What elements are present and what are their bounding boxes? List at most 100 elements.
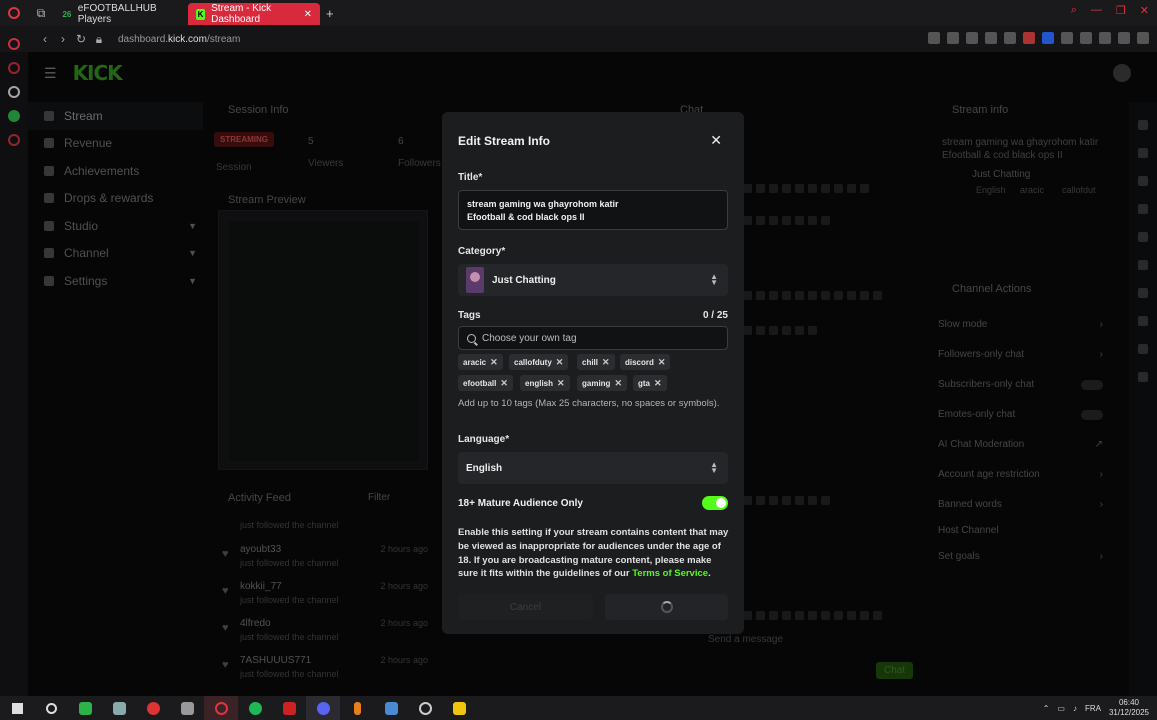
tag-chip: aracic ✕ <box>458 354 503 370</box>
remove-tag-icon[interactable]: ✕ <box>490 357 498 368</box>
tag-chip: discord ✕ <box>620 354 671 370</box>
extension-icon[interactable] <box>1080 32 1092 44</box>
opera-taskbar-icon[interactable] <box>204 696 238 720</box>
efootballhub-favicon-icon: 26 <box>62 9 72 19</box>
address-bar: ‹ › ↻ 🔒︎ dashboard.kick.com/stream <box>28 26 1157 52</box>
new-tab-button[interactable]: + <box>326 6 334 21</box>
tag-chip: callofduty ✕ <box>509 354 569 370</box>
app-icon[interactable] <box>170 696 204 720</box>
language-indicator[interactable]: FRA <box>1085 704 1101 713</box>
windows-taskbar: ⌃ ▭ ♪ FRA 06:40 31/12/2025 <box>0 696 1157 720</box>
extension-icon[interactable] <box>1099 32 1111 44</box>
steam-icon[interactable] <box>374 696 408 720</box>
volume-icon[interactable]: ♪ <box>1073 704 1077 713</box>
modal-title: Edit Stream Info <box>458 134 551 148</box>
opera-ai-icon[interactable] <box>8 38 20 50</box>
extension-icon[interactable] <box>1042 32 1054 44</box>
tab-label: eFOOTBALLHUB Players <box>77 3 157 25</box>
tab-kick-dashboard[interactable]: K Stream - Kick Dashboard ✕ <box>188 3 320 25</box>
tags-label: Tags <box>458 310 481 321</box>
remove-tag-icon[interactable]: ✕ <box>557 378 565 389</box>
extension-icon[interactable] <box>966 32 978 44</box>
lock-icon: 🔒︎ <box>95 31 103 46</box>
tag-input-placeholder: Choose your own tag <box>482 332 577 344</box>
remove-tag-icon[interactable]: ✕ <box>556 357 564 368</box>
category-value: Just Chatting <box>492 274 556 286</box>
tags-help-text: Add up to 10 tags (Max 25 characters, no… <box>458 398 720 409</box>
menu-icon[interactable] <box>1137 32 1149 44</box>
extension-icon[interactable] <box>1023 32 1035 44</box>
tag-chip: gaming ✕ <box>577 375 627 391</box>
remove-tag-icon[interactable]: ✕ <box>602 357 610 368</box>
network-icon[interactable]: ▭ <box>1057 704 1065 713</box>
language-value: English <box>466 462 503 474</box>
app-icon[interactable] <box>272 696 306 720</box>
browser-tab-bar: ⧉ 26 eFOOTBALLHUB Players K Stream - Kic… <box>0 0 1157 26</box>
close-window-button[interactable]: ✕ <box>1140 4 1149 17</box>
updown-chevron-icon: ▲ ▼ <box>710 272 718 287</box>
maximize-button[interactable]: ❐ <box>1116 4 1126 17</box>
search-icon[interactable]: ⌕ <box>1071 4 1077 17</box>
extension-icon[interactable] <box>928 32 940 44</box>
cancel-button[interactable]: Cancel <box>458 594 593 620</box>
minimize-button[interactable]: — <box>1091 4 1102 17</box>
title-label: Title* <box>458 172 483 183</box>
title-input[interactable]: stream gaming wa ghayrohom katir Efootba… <box>458 190 728 230</box>
close-tab-icon[interactable]: ✕ <box>304 9 312 20</box>
download-icon[interactable] <box>1118 32 1130 44</box>
loading-spinner-icon <box>660 601 673 613</box>
windows-start-icon[interactable] <box>0 696 34 720</box>
tab-manager-icon[interactable]: ⧉ <box>28 0 54 26</box>
category-select[interactable]: Just Chatting ▲ ▼ <box>458 264 728 296</box>
tag-chip: efootball ✕ <box>458 375 513 391</box>
discord-icon[interactable] <box>306 696 340 720</box>
mature-audience-label: 18+ Mature Audience Only <box>458 498 583 509</box>
remove-tag-icon[interactable]: ✕ <box>654 378 662 389</box>
chevron-up-icon[interactable]: ⌃ <box>1043 704 1050 713</box>
language-select[interactable]: English ▲ ▼ <box>458 452 728 484</box>
tag-chip: english ✕ <box>520 375 570 391</box>
remove-tag-icon[interactable]: ✕ <box>500 378 508 389</box>
extension-icon[interactable] <box>947 32 959 44</box>
category-label: Category* <box>458 246 506 257</box>
file-explorer-icon[interactable] <box>442 696 476 720</box>
language-label: Language* <box>458 434 510 445</box>
tags-counter: 0 / 25 <box>702 310 728 321</box>
tag-chip: gta ✕ <box>633 375 667 391</box>
url-field[interactable]: dashboard.kick.com/stream <box>118 34 240 45</box>
category-thumbnail <box>466 267 484 293</box>
save-button[interactable] <box>605 594 728 620</box>
remove-tag-icon[interactable]: ✕ <box>658 357 666 368</box>
system-tray: ⌃ ▭ ♪ FRA 06:40 31/12/2025 <box>1043 696 1149 720</box>
search-icon <box>467 333 476 343</box>
mature-audience-toggle[interactable] <box>702 496 728 510</box>
extension-icons <box>928 32 1149 44</box>
opera-logo-icon[interactable] <box>0 0 28 26</box>
reload-icon[interactable]: ↻ <box>72 32 90 46</box>
search-icon[interactable] <box>34 696 68 720</box>
updown-chevron-icon: ▲ ▼ <box>710 460 718 475</box>
app-icon[interactable] <box>102 696 136 720</box>
back-icon[interactable]: ‹ <box>36 32 54 46</box>
close-icon[interactable]: ✕ <box>710 132 722 149</box>
chrome-icon[interactable] <box>136 696 170 720</box>
kick-favicon-icon: K <box>196 8 206 20</box>
app-icon[interactable] <box>408 696 442 720</box>
extension-icon[interactable] <box>985 32 997 44</box>
tab-label: Stream - Kick Dashboard <box>211 3 272 25</box>
terms-of-service-link[interactable]: Terms of Service <box>632 568 708 579</box>
mature-audience-description: Enable this setting if your stream conta… <box>458 527 729 580</box>
window-controls: ⌕ — ❐ ✕ <box>1071 4 1149 17</box>
tag-search-input[interactable]: Choose your own tag <box>458 326 728 350</box>
tab-efootballhub[interactable]: 26 eFOOTBALLHUB Players <box>54 3 188 25</box>
forward-icon[interactable]: › <box>54 32 72 46</box>
edit-stream-info-modal: Edit Stream Info ✕ Title* stream gaming … <box>442 112 744 634</box>
spotify-icon[interactable] <box>238 696 272 720</box>
microphone-icon[interactable] <box>340 696 374 720</box>
xbox-icon[interactable] <box>68 696 102 720</box>
tag-chip: chill ✕ <box>577 354 615 370</box>
extension-icon[interactable] <box>1004 32 1016 44</box>
clock[interactable]: 06:40 31/12/2025 <box>1109 698 1149 718</box>
extension-icon[interactable] <box>1061 32 1073 44</box>
remove-tag-icon[interactable]: ✕ <box>614 378 622 389</box>
